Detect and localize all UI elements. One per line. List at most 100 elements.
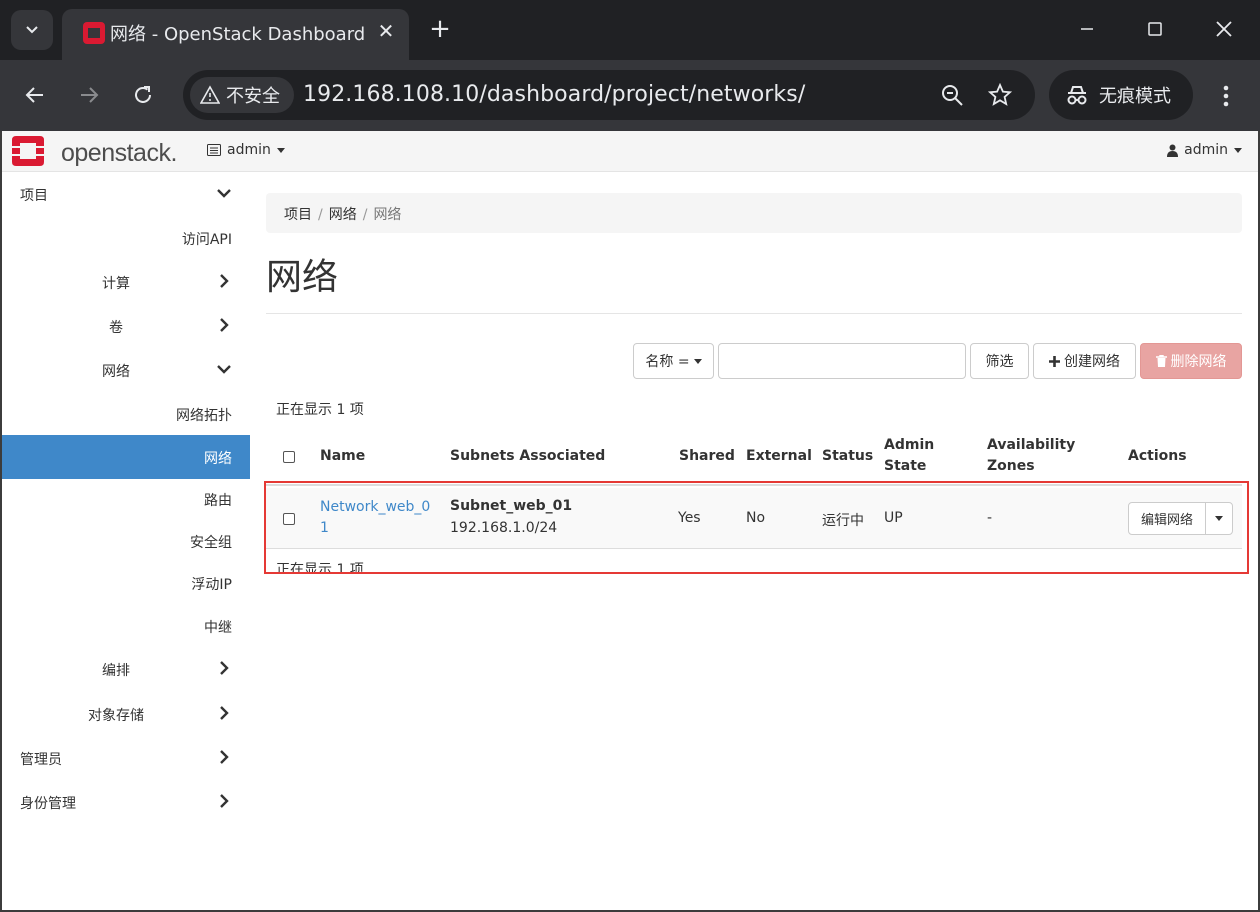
sidebar-item-label: 中继 xyxy=(204,620,232,636)
shared-value: Yes xyxy=(678,510,701,526)
project-name: admin xyxy=(227,142,271,158)
subnet-cidr: 192.168.1.0/24 xyxy=(450,520,558,536)
sidebar-item-api-access[interactable]: 访问API xyxy=(0,216,250,260)
new-tab-icon[interactable]: + xyxy=(426,15,454,43)
project-selector[interactable]: admin xyxy=(207,142,285,158)
breadcrumb: 项目 / 网络 / 网络 xyxy=(266,193,1242,233)
caret-down-icon xyxy=(1215,516,1223,521)
column-header-line: State xyxy=(884,458,927,474)
browser-tab-active[interactable]: 网络 - OpenStack Dashboard ✕ xyxy=(62,9,409,60)
site-security-chip[interactable]: 不安全 xyxy=(190,77,294,113)
create-network-label: 创建网络 xyxy=(1064,354,1120,370)
close-tab-icon[interactable]: ✕ xyxy=(374,19,398,43)
column-header-status[interactable]: Status xyxy=(822,446,873,467)
openstack-favicon-icon xyxy=(83,22,105,44)
chevron-down-icon xyxy=(217,365,231,374)
caret-down-icon xyxy=(693,358,702,364)
sidebar-item-admin[interactable]: 管理员 xyxy=(0,736,250,780)
sidebar-item-label: 网络拓扑 xyxy=(176,408,232,424)
breadcrumb-item[interactable]: 项目 xyxy=(284,207,312,223)
sidebar-item-volumes[interactable]: 卷 xyxy=(0,304,250,348)
user-icon xyxy=(1167,144,1179,157)
sidebar-item-routers[interactable]: 路由 xyxy=(0,477,250,521)
column-header-shared[interactable]: Shared xyxy=(679,446,735,467)
close-window-icon[interactable] xyxy=(1209,14,1239,44)
column-header-external[interactable]: External xyxy=(746,446,812,467)
url-text[interactable]: 192.168.108.10/dashboard/project/network… xyxy=(303,82,805,107)
status-value: 运行中 xyxy=(822,513,864,529)
minimize-icon[interactable] xyxy=(1072,14,1102,44)
availability-zones-value: - xyxy=(987,510,993,526)
openstack-logo[interactable]: openstack. xyxy=(12,136,182,167)
column-header-availability-zones[interactable]: Availability Zones xyxy=(987,435,1075,477)
sidebar-item-label: 安全组 xyxy=(190,535,232,551)
sidebar-item-orchestration[interactable]: 编排 xyxy=(0,647,250,691)
column-header-name[interactable]: Name xyxy=(320,446,365,467)
more-menu-icon[interactable] xyxy=(1212,82,1240,110)
sidebar-item-label: 路由 xyxy=(204,493,232,509)
forward-icon[interactable] xyxy=(72,78,106,112)
chevron-right-icon xyxy=(220,318,229,332)
sidebar-item-label: 编排 xyxy=(102,663,130,679)
browser-toolbar: 不安全 192.168.108.10/dashboard/project/net… xyxy=(0,60,1260,131)
column-header-line: Availability xyxy=(987,437,1076,453)
edit-network-button[interactable]: 编辑网络 xyxy=(1128,502,1206,535)
sidebar-item-identity[interactable]: 身份管理 xyxy=(0,780,250,824)
chevron-right-icon xyxy=(220,794,229,808)
user-name: admin xyxy=(1184,142,1228,158)
select-all-checkbox[interactable] xyxy=(283,451,295,463)
delete-networks-button[interactable]: 删除网络 xyxy=(1140,343,1242,379)
address-bar[interactable]: 不安全 192.168.108.10/dashboard/project/net… xyxy=(183,70,1035,120)
incognito-label: 无痕模式 xyxy=(1099,86,1171,107)
sidebar-item-label: 管理员 xyxy=(20,752,62,768)
zoom-icon[interactable] xyxy=(940,83,964,107)
breadcrumb-item[interactable]: 网络 xyxy=(329,207,357,223)
sidebar-item-network-group[interactable]: 网络 xyxy=(0,348,250,392)
filter-button[interactable]: 筛选 xyxy=(970,343,1029,379)
network-name-line: Network_web_0 xyxy=(320,499,431,515)
sidebar-item-object-store[interactable]: 对象存储 xyxy=(0,692,250,736)
tab-title: 网络 - OpenStack Dashboard xyxy=(110,24,366,45)
create-network-button[interactable]: 创建网络 xyxy=(1033,343,1136,379)
bookmark-star-icon[interactable] xyxy=(988,83,1012,107)
row-checkbox[interactable] xyxy=(283,513,295,525)
maximize-icon[interactable] xyxy=(1140,14,1170,44)
tab-search-button[interactable] xyxy=(11,10,53,50)
incognito-chip[interactable]: 无痕模式 xyxy=(1049,70,1193,120)
warning-icon xyxy=(200,85,220,104)
browser-tabstrip: 网络 - OpenStack Dashboard ✕ + xyxy=(0,0,1260,60)
sidebar-item-network-topology[interactable]: 网络拓扑 xyxy=(0,392,250,436)
user-menu[interactable]: admin xyxy=(1167,142,1242,158)
chevron-right-icon xyxy=(220,274,229,288)
incognito-icon xyxy=(1067,86,1087,105)
caret-down-icon xyxy=(276,147,285,153)
filter-field-select[interactable]: 名称 = xyxy=(633,343,714,379)
sidebar-item-networks[interactable]: 网络 xyxy=(0,435,250,479)
delete-networks-label: 删除网络 xyxy=(1170,354,1227,370)
caret-down-icon xyxy=(1234,147,1242,153)
sidebar-item-floating-ips[interactable]: 浮动IP xyxy=(0,561,250,605)
network-name-line: 1 xyxy=(320,520,329,536)
chevron-right-icon xyxy=(220,661,229,675)
chevron-down-icon xyxy=(217,189,231,198)
sidebar-item-security-groups[interactable]: 安全组 xyxy=(0,519,250,563)
network-name-link[interactable]: Network_web_0 1 xyxy=(320,497,430,539)
sidebar-item-trunks[interactable]: 中继 xyxy=(0,604,250,648)
column-header-subnets[interactable]: Subnets Associated xyxy=(450,446,605,467)
trash-icon xyxy=(1155,355,1167,367)
filter-button-label: 筛选 xyxy=(985,354,1014,370)
item-count-footer: 正在显示 1 项 xyxy=(276,562,364,573)
row-actions-dropdown[interactable] xyxy=(1205,502,1233,535)
back-icon[interactable] xyxy=(18,78,52,112)
sidebar-item-compute[interactable]: 计算 xyxy=(0,260,250,304)
sidebar-item-label: 网络 xyxy=(102,364,130,380)
chevron-right-icon xyxy=(220,750,229,764)
item-count: 正在显示 1 项 xyxy=(276,402,364,418)
external-value: No xyxy=(746,510,766,526)
sidebar-item-project[interactable]: 项目 xyxy=(0,172,250,216)
reload-icon[interactable] xyxy=(126,78,160,112)
column-header-admin-state[interactable]: Admin State xyxy=(884,435,934,477)
chevron-right-icon xyxy=(220,706,229,720)
filter-input[interactable] xyxy=(718,343,966,379)
admin-state-value: UP xyxy=(884,510,903,526)
